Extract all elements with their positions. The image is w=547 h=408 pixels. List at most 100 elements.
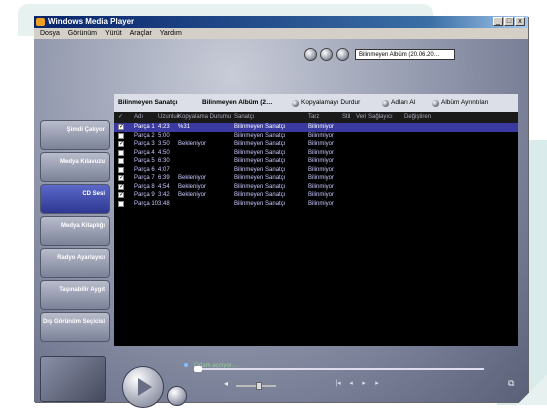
track-length: 4:54 bbox=[158, 183, 170, 190]
table-row[interactable]: ✓ Parça 7 6:39 Bekleniyor Bilinmeyen Sanatçı… bbox=[114, 174, 518, 183]
track-length: 3:48 bbox=[158, 200, 170, 207]
sidebar-item[interactable]: CD Sesi bbox=[40, 184, 110, 214]
col-check: ✓ bbox=[118, 114, 124, 120]
sidebar-item[interactable]: Şimdi Çalıyor bbox=[40, 120, 110, 150]
track-genre: Bilinmiyor bbox=[308, 124, 335, 130]
seek-thumb[interactable] bbox=[194, 366, 202, 372]
sidebar-item[interactable]: Taşınabilir Aygıt bbox=[40, 280, 110, 310]
track-name: Parça 3 bbox=[134, 141, 155, 147]
maximize-button[interactable]: □ bbox=[504, 17, 514, 26]
track-checkbox[interactable] bbox=[118, 200, 124, 207]
track-artist: Bilinmeyen Sanatçı bbox=[234, 183, 286, 190]
table-row[interactable]: ✓ Parça 9 3:42 Bekleniyor Bilinmeyen Sanatçı… bbox=[114, 191, 518, 200]
artist-label: Bilinmeyen Sanatçı bbox=[118, 99, 178, 106]
minimize-button[interactable]: _ bbox=[493, 17, 503, 26]
album-select[interactable]: Bilinmeyen Albüm (20.06.20… bbox=[355, 49, 455, 60]
col-name[interactable]: Adı bbox=[134, 112, 143, 123]
menu-play[interactable]: Yürüt bbox=[105, 30, 122, 37]
table-row[interactable]: Parça 10 3:48 Bilinmeyen Sanatçı Bilinmiyor bbox=[114, 200, 518, 209]
track-genre: Bilinmiyor bbox=[308, 192, 335, 198]
menu-tools[interactable]: Araçlar bbox=[130, 30, 152, 37]
menu-file[interactable]: Dosya bbox=[40, 30, 60, 37]
back-icon[interactable] bbox=[304, 48, 317, 61]
track-checkbox[interactable]: ✓ bbox=[118, 175, 124, 181]
track-checkbox[interactable]: ✓ bbox=[118, 183, 124, 190]
cd-audio-pane: Bilinmeyen Sanatçı Bilinmeyen Albüm (2… … bbox=[114, 94, 518, 346]
menu-help[interactable]: Yardım bbox=[160, 30, 182, 37]
col-length[interactable]: Uzunluk bbox=[158, 112, 180, 123]
menu-view[interactable]: Görünüm bbox=[68, 30, 97, 37]
mute-icon[interactable]: ◂ bbox=[224, 380, 230, 388]
seek-bar[interactable] bbox=[194, 366, 494, 372]
track-checkbox[interactable] bbox=[118, 166, 124, 173]
eject-icon[interactable] bbox=[336, 48, 349, 61]
column-headers: ✓ Adı Uzunluk Kopyalama Durumu Sanatçı T… bbox=[114, 112, 518, 123]
track-length: 3:50 bbox=[158, 141, 170, 147]
album-label: Bilinmeyen Albüm (2… bbox=[202, 99, 273, 106]
col-data-provider[interactable]: Veri Sağlayıcı bbox=[356, 112, 393, 123]
track-checkbox[interactable]: ✓ bbox=[118, 192, 124, 198]
track-checkbox[interactable] bbox=[118, 132, 124, 139]
track-name: Parça 1 bbox=[134, 124, 155, 130]
track-genre: Bilinmiyor bbox=[308, 132, 335, 139]
col-artist[interactable]: Sanatçı bbox=[234, 112, 254, 123]
sidebar-item[interactable]: Radyo Ayarlayıcı bbox=[40, 248, 110, 278]
sidebar-item-label: CD Sesi bbox=[82, 191, 105, 197]
menu-bar: Dosya Görünüm Yürüt Araçlar Yardım bbox=[34, 28, 528, 39]
track-name: Parça 6 bbox=[134, 166, 155, 173]
track-genre: Bilinmiyor bbox=[308, 158, 335, 164]
seek-track bbox=[194, 368, 484, 370]
stop-button[interactable] bbox=[167, 386, 187, 406]
track-artist: Bilinmeyen Sanatçı bbox=[234, 132, 286, 139]
col-genre[interactable]: Tarz bbox=[308, 112, 319, 123]
window-title: Windows Media Player bbox=[48, 17, 135, 26]
track-checkbox[interactable] bbox=[118, 149, 124, 156]
status-dot-icon bbox=[184, 363, 188, 367]
table-row[interactable]: Parça 2 5:00 Bilinmeyen Sanatçı Bilinmiyor bbox=[114, 132, 518, 141]
track-checkbox[interactable] bbox=[118, 158, 124, 164]
table-row[interactable]: Parça 5 6:30 Bilinmeyen Sanatçı Bilinmiyor bbox=[114, 157, 518, 166]
volume-knob[interactable] bbox=[256, 382, 263, 390]
track-length: 4:50 bbox=[158, 149, 170, 156]
next-icon[interactable]: ▸ bbox=[373, 380, 381, 388]
get-names-button[interactable]: Adları Al bbox=[382, 94, 415, 112]
stop-copy-button[interactable]: Kopyalamayı Durdur bbox=[292, 94, 360, 112]
table-row[interactable]: ✓ Parça 3 3:50 Bekleniyor Bilinmeyen Sanatçı… bbox=[114, 140, 518, 149]
track-checkbox[interactable]: ✓ bbox=[118, 141, 124, 147]
track-length: 5:00 bbox=[158, 132, 170, 139]
table-row[interactable]: Parça 4 4:50 Bilinmeyen Sanatçı Bilinmiyor bbox=[114, 149, 518, 158]
track-length: 3:42 bbox=[158, 192, 170, 198]
table-row[interactable]: Parça 6 4:07 Bilinmeyen Sanatçı Bilinmiyor bbox=[114, 166, 518, 175]
col-modified-by[interactable]: Değiştiren bbox=[404, 112, 431, 123]
close-button[interactable]: x bbox=[515, 17, 525, 26]
sidebar-item[interactable]: Medya Kitaplığı bbox=[40, 216, 110, 246]
album-details-button[interactable]: Albüm Ayrıntıları bbox=[432, 94, 489, 112]
col-copy-status[interactable]: Kopyalama Durumu bbox=[178, 112, 231, 123]
volume-slider[interactable] bbox=[236, 382, 276, 390]
track-artist: Bilinmeyen Sanatçı bbox=[234, 149, 286, 156]
col-style[interactable]: Stil bbox=[342, 112, 350, 123]
forward-icon[interactable] bbox=[320, 48, 333, 61]
track-name: Parça 4 bbox=[134, 149, 155, 156]
sidebar-item[interactable]: Dış Görünüm Seçicisi bbox=[40, 312, 110, 342]
sidebar-item-label: Taşınabilir Aygıt bbox=[59, 287, 105, 293]
track-artist: Bilinmeyen Sanatçı bbox=[234, 166, 286, 173]
track-checkbox[interactable]: ✓ bbox=[118, 124, 124, 130]
fast-forward-icon[interactable]: ▸ bbox=[360, 380, 368, 388]
previous-icon[interactable]: |◂ bbox=[334, 380, 342, 388]
names-icon bbox=[382, 99, 389, 107]
table-row[interactable]: ✓ Parça 1 4:23 %31 Bilinmeyen Sanatçı Bilinmi… bbox=[114, 123, 518, 132]
track-genre: Bilinmiyor bbox=[308, 200, 335, 207]
transport-controls: |◂ ◂ ▸ ▸ bbox=[334, 380, 381, 388]
top-toolbar: Bilinmeyen Albüm (20.06.20… bbox=[304, 48, 455, 61]
track-artist: Bilinmeyen Sanatçı bbox=[234, 158, 286, 164]
table-row[interactable]: ✓ Parça 8 4:54 Bekleniyor Bilinmeyen Sanatçı… bbox=[114, 183, 518, 192]
app-logo-icon bbox=[36, 18, 45, 26]
track-genre: Bilinmiyor bbox=[308, 175, 335, 181]
page-corner bbox=[517, 375, 547, 405]
sidebar-item[interactable]: Medya Kılavuzu bbox=[40, 152, 110, 182]
play-button[interactable] bbox=[122, 366, 164, 408]
track-status: Bekleniyor bbox=[178, 141, 207, 147]
track-status: %31 bbox=[178, 124, 191, 130]
rewind-icon[interactable]: ◂ bbox=[347, 380, 355, 388]
